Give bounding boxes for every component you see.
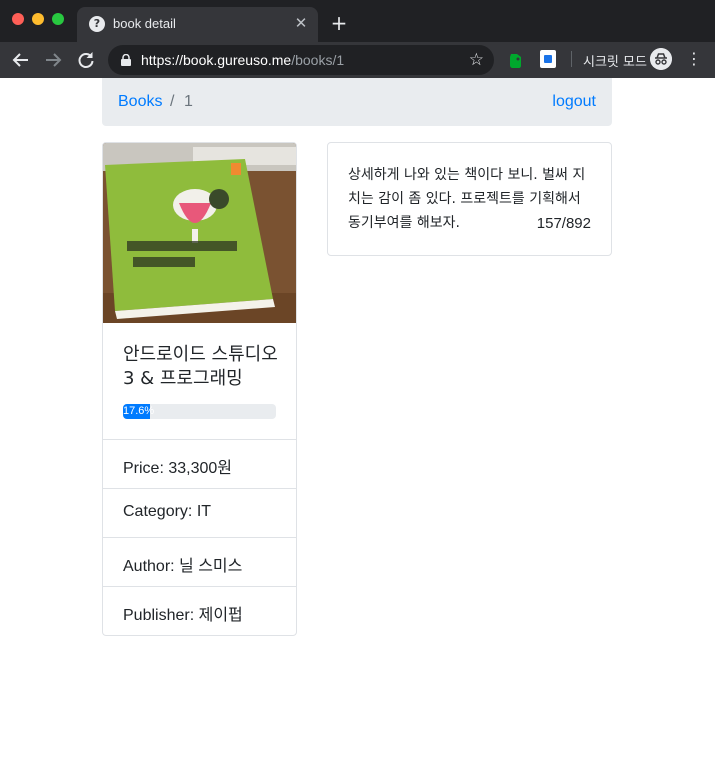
window-minimize-button[interactable] bbox=[32, 13, 44, 25]
reload-icon[interactable] bbox=[75, 49, 97, 71]
page-navbar: Books / 1 logout bbox=[102, 78, 612, 126]
evernote-extension-icon[interactable] bbox=[506, 50, 526, 70]
tab-title: book detail bbox=[113, 16, 176, 31]
window-close-button[interactable] bbox=[12, 13, 24, 25]
bookmark-star-icon[interactable]: ☆ bbox=[469, 50, 484, 70]
breadcrumb-current: 1 bbox=[184, 93, 193, 110]
incognito-label[interactable]: 시크릿 모드 bbox=[583, 51, 647, 70]
book-card: 안드로이드 스튜디오 3 & 프로그래밍 17.6% Price: 33,300… bbox=[102, 142, 297, 636]
document-extension-icon[interactable] bbox=[540, 50, 556, 68]
window-maximize-button[interactable] bbox=[52, 13, 64, 25]
progress-label: 17.6% bbox=[123, 404, 155, 419]
reading-memo-card[interactable]: 상세하게 나와 있는 책이다 보니. 벌써 지치는 감이 좀 있다. 프로젝트를… bbox=[327, 142, 612, 256]
browser-tab-bar: ? book detail ✕ + bbox=[0, 0, 715, 42]
incognito-icon[interactable] bbox=[650, 48, 672, 70]
book-publisher: Publisher: 제이펍 bbox=[103, 586, 296, 635]
lock-icon bbox=[121, 54, 131, 66]
more-menu-icon[interactable]: ⋮ bbox=[686, 49, 702, 69]
url-text: https://book.gureuso.me/books/1 bbox=[141, 52, 345, 68]
book-cover-image bbox=[103, 143, 296, 323]
book-price: Price: 33,300원 bbox=[103, 439, 296, 488]
book-category: Category: IT bbox=[103, 488, 296, 537]
help-favicon-icon: ? bbox=[89, 16, 105, 32]
address-bar[interactable]: https://book.gureuso.me/books/1 ☆ bbox=[108, 45, 494, 75]
breadcrumb-separator: / bbox=[170, 93, 175, 110]
memo-page-number: 157/892 bbox=[536, 215, 591, 232]
book-author: Author: 닐 스미스 bbox=[103, 537, 296, 586]
toolbar-divider bbox=[571, 51, 572, 67]
new-tab-icon[interactable]: + bbox=[328, 12, 350, 34]
logout-link[interactable]: logout bbox=[552, 93, 596, 111]
reading-progress-bar: 17.6% bbox=[123, 404, 276, 419]
browser-tab[interactable]: ? book detail ✕ bbox=[77, 7, 318, 42]
breadcrumb-books-link[interactable]: Books bbox=[118, 93, 162, 111]
book-title: 안드로이드 스튜디오 3 & 프로그래밍 bbox=[123, 344, 278, 389]
back-arrow-icon[interactable] bbox=[10, 49, 32, 71]
tab-close-icon[interactable]: ✕ bbox=[292, 14, 310, 32]
forward-arrow-icon[interactable] bbox=[42, 49, 64, 71]
